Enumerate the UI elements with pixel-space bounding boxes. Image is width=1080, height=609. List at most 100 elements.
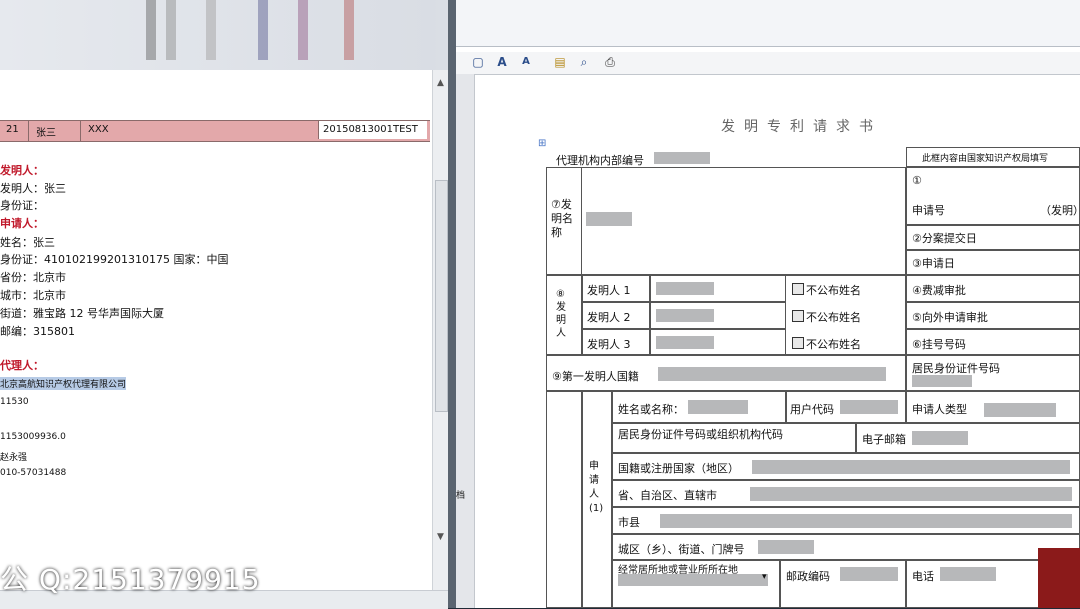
inventor-label: 发明人 3 — [587, 338, 631, 351]
city-input[interactable] — [660, 514, 1072, 528]
hide-name-checkbox[interactable]: 不公布姓名 — [792, 282, 861, 298]
table-cell: 21 — [6, 124, 19, 135]
inventor-label: 发明人 2 — [587, 311, 631, 324]
applicant-type-input[interactable] — [984, 403, 1056, 417]
watermark-text: 公 Q:2151379915 — [0, 563, 261, 596]
inventor-id-line: 身份证： — [0, 199, 44, 212]
citizen-id-input[interactable] — [912, 375, 972, 387]
postal-input[interactable] — [840, 567, 898, 581]
table-cell: 20150813001TEST — [323, 124, 418, 135]
blurred-icon — [344, 0, 354, 60]
applicant-id-line: 身份证：410102199201310175 国家：中国 — [0, 253, 229, 266]
office-field: ⑤向外申请审批 — [912, 311, 988, 324]
agent-org-line[interactable]: 北京高航知识产权代理有限公司 — [0, 377, 127, 390]
word-document-pane[interactable]: 21 张三 XXX 20150813001TEST 发明人： 发明人：张三 身份… — [0, 70, 433, 600]
agent-phone-line: 010-57031488 — [0, 468, 67, 478]
office-field: 申请号 — [912, 204, 945, 217]
province-label: 省、自治区、直辖市 — [618, 489, 717, 502]
name-label: 姓名或名称： — [618, 403, 684, 416]
font-larger-icon[interactable]: A — [494, 54, 510, 70]
inventor-3-input[interactable] — [656, 336, 714, 349]
hide-name-checkbox[interactable]: 不公布姓名 — [792, 336, 861, 352]
applicant-heading: 申请人： — [0, 217, 44, 230]
office-field: ③申请日 — [912, 257, 955, 270]
country-label: 国籍或注册国家（地区） — [618, 462, 739, 475]
postcode-line: 邮编：315801 — [0, 325, 75, 338]
applicant-type-label: 申请人类型 — [912, 403, 967, 416]
phone-input[interactable] — [940, 567, 996, 581]
scroll-up-icon[interactable]: ▲ — [435, 78, 446, 89]
viewer-title-bar — [456, 0, 1080, 47]
form-viewer-window[interactable]: ▢ A A ▤ ⌕ ⎙ 档 发明专利请求书 ⊞ 代理机构内部编号 此框内容由国家… — [456, 0, 1080, 608]
side-label: 档 — [456, 491, 466, 501]
postal-label: 邮政编码 — [786, 570, 830, 583]
applicant-name-line: 姓名：张三 — [0, 236, 55, 249]
agency-number-label: 代理机构内部编号 — [556, 154, 644, 167]
user-code-input[interactable] — [840, 400, 898, 414]
office-field: ②分案提交日 — [912, 232, 977, 245]
invention-name-label: ⑦发明名称 — [551, 198, 573, 239]
agent-code-line: 11530 — [0, 397, 29, 407]
user-code-label: 用户代码 — [790, 403, 834, 416]
agent-person-line: 赵永强 — [0, 453, 28, 463]
inventors-section-label: ⑧发明人 — [556, 289, 566, 339]
font-smaller-icon[interactable]: A — [518, 54, 534, 70]
blurred-icon — [258, 0, 268, 60]
presenter-thumbnail — [1038, 548, 1080, 608]
hide-name-checkbox[interactable]: 不公布姓名 — [792, 309, 861, 325]
blurred-icon — [206, 0, 216, 60]
email-label: 电子邮箱 — [862, 433, 906, 446]
inventor-label: 发明人 1 — [587, 284, 631, 297]
scroll-down-icon[interactable]: ▼ — [435, 532, 446, 543]
inventor-2-input[interactable] — [656, 309, 714, 322]
office-field: ⑥挂号号码 — [912, 338, 966, 351]
inventor-heading: 发明人： — [0, 164, 44, 177]
office-field: （发明） — [1040, 204, 1080, 217]
form-title: 发明专利请求书 — [721, 119, 882, 135]
office-header: 此框内容由国家知识产权局填写 — [922, 154, 1049, 164]
agent-heading: 代理人： — [0, 359, 44, 372]
office-field: ④费减审批 — [912, 284, 966, 297]
email-input[interactable] — [912, 431, 968, 445]
applicant-blank-col — [546, 391, 582, 608]
nationality-input[interactable] — [658, 367, 886, 381]
page-setup-icon[interactable]: ▢ — [470, 54, 486, 70]
agency-number-input[interactable] — [654, 152, 710, 164]
form-left-margin — [456, 74, 475, 608]
applicant-name-input[interactable] — [688, 400, 748, 414]
city-line: 城市：北京市 — [0, 289, 66, 302]
table-cell: XXX — [88, 124, 109, 135]
business-address-select[interactable] — [618, 574, 768, 586]
province-input[interactable] — [750, 487, 1072, 501]
blurred-icon — [146, 0, 156, 60]
office-field: ① — [912, 174, 922, 187]
table-cell: 张三 — [36, 128, 56, 139]
city-label: 市县 — [618, 516, 640, 529]
phone-label: 电话 — [912, 570, 934, 583]
district-label: 城区（乡）、街道、门牌号 — [618, 543, 745, 556]
agent-number-line: 1153009936.0 — [0, 432, 66, 442]
notes-icon[interactable]: ▤ — [552, 54, 568, 70]
country-input[interactable] — [752, 460, 1070, 474]
province-line: 省份：北京市 — [0, 271, 66, 284]
print-icon[interactable]: ⎙ — [602, 54, 618, 70]
citizen-id-label: 居民身份证件号码 — [912, 362, 1000, 375]
window-divider — [448, 0, 456, 608]
org-id-label: 居民身份证件号码或组织机构代码 — [618, 428, 783, 441]
dropdown-arrow-icon[interactable]: ▾ — [762, 572, 767, 582]
district-input[interactable] — [758, 540, 814, 554]
expand-icon[interactable]: ⊞ — [538, 138, 546, 149]
scrollbar-thumb[interactable] — [435, 180, 448, 412]
blurred-icon — [298, 0, 308, 60]
search-icon[interactable]: ⌕ — [576, 54, 592, 70]
blurred-icon — [166, 0, 176, 60]
applicant-section-label: 申请人(1) — [589, 461, 604, 514]
nationality-label: ⑨第一发明人国籍 — [552, 370, 639, 383]
vertical-scrollbar[interactable]: ▲ ▼ — [432, 70, 449, 600]
inventor-1-input[interactable] — [656, 282, 714, 295]
inventor-name-line: 发明人：张三 — [0, 182, 66, 195]
invention-name-input[interactable] — [586, 212, 632, 226]
viewer-toolbar: ▢ A A ▤ ⌕ ⎙ — [456, 52, 1080, 75]
street-line: 街道：雅宝路 12 号华声国际大厦 — [0, 307, 164, 320]
table-row[interactable]: 21 张三 XXX 20150813001TEST — [0, 120, 430, 142]
